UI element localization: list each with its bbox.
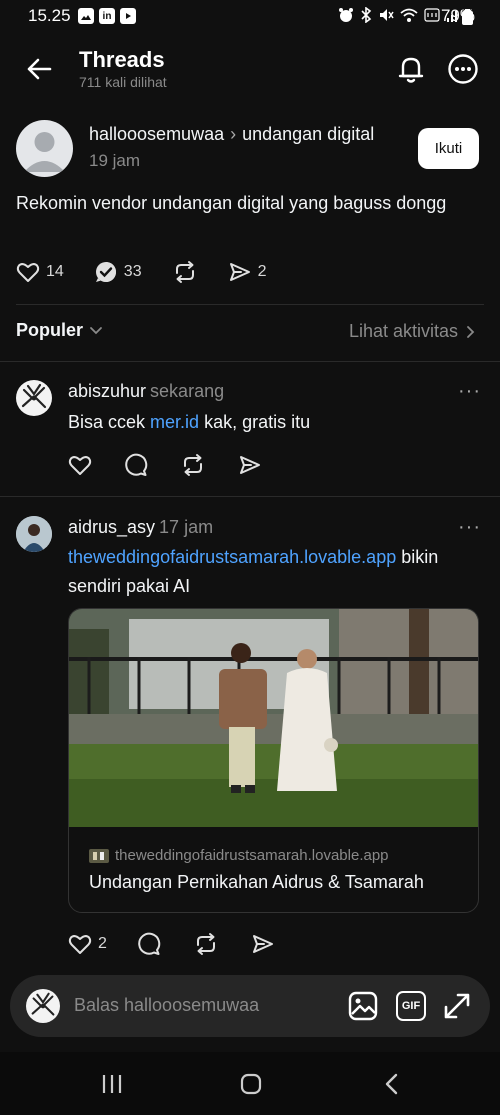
send-icon <box>252 935 273 953</box>
post-username[interactable]: hallooosemuwaa <box>89 124 224 145</box>
link-preview-domain-text: theweddingofaidrustsamarah.lovable.app <box>115 847 389 864</box>
reply-bubble-icon <box>95 262 116 282</box>
status-time: 15.25 <box>28 6 71 25</box>
link-preview-domain: theweddingofaidrustsamarah.lovable.app <box>89 847 389 864</box>
system-nav-bar <box>0 1052 500 1115</box>
reply-count: 33 <box>123 263 142 280</box>
like-button[interactable] <box>68 453 92 477</box>
reply-time: sekarang <box>150 381 225 401</box>
recent-apps-icon[interactable] <box>101 1074 123 1094</box>
chevron-right-icon: › <box>230 124 237 144</box>
wifi-icon <box>400 8 418 22</box>
reply-avatar[interactable] <box>16 516 52 552</box>
chevron-right-icon <box>467 325 475 338</box>
chevron-down-icon <box>90 326 102 334</box>
share-count: 2 <box>257 263 267 280</box>
volte-icon <box>424 8 440 22</box>
view-count: 711 kali dilihat <box>79 74 167 90</box>
activity-label: Lihat aktivitas <box>348 321 458 341</box>
send-icon <box>229 263 250 281</box>
reply-username[interactable]: abiszuhur <box>68 381 146 401</box>
like-count: 14 <box>46 263 64 280</box>
reply-avatar[interactable] <box>16 380 52 416</box>
repost-icon <box>196 933 215 955</box>
repost-icon <box>175 261 194 283</box>
reply-header: abiszuhur sekarang <box>68 381 224 402</box>
reply-button[interactable] <box>137 932 161 956</box>
repost-button[interactable] <box>193 932 219 956</box>
status-bar: 15.25 in 79% <box>0 0 500 34</box>
reply-more-icon[interactable]: ··· <box>458 516 481 539</box>
alarm-icon <box>339 8 353 22</box>
share-button[interactable]: 2 <box>228 260 267 284</box>
gif-button[interactable]: GIF <box>396 991 426 1021</box>
like-button[interactable]: 2 <box>68 932 107 956</box>
my-avatar <box>26 989 60 1023</box>
reply-actions <box>68 453 292 477</box>
reply-username[interactable]: aidrus_asy <box>68 517 155 537</box>
repost-button[interactable] <box>180 453 206 477</box>
link-preview-card[interactable]: theweddingofaidrustsamarah.lovable.app U… <box>68 608 479 913</box>
like-count: 2 <box>98 935 107 952</box>
reply-text-part: kak, gratis itu <box>199 412 311 432</box>
reply-more-icon[interactable]: ··· <box>458 380 481 403</box>
youtube-icon <box>120 8 136 24</box>
reply-text-part: Bisa ccek <box>68 412 151 432</box>
heart-icon <box>68 456 92 475</box>
divider <box>0 361 500 362</box>
follow-button[interactable]: Ikuti <box>418 128 479 169</box>
site-favicon-icon <box>89 848 109 863</box>
post-text: Rekomin vendor undangan digital yang bag… <box>16 193 447 213</box>
battery-icon <box>462 9 473 25</box>
reply-header: aidrus_asy 17 jam <box>68 517 213 538</box>
mute-icon <box>380 9 394 21</box>
repost-button[interactable] <box>172 260 198 284</box>
share-button[interactable] <box>251 932 275 956</box>
bell-icon[interactable] <box>395 53 427 85</box>
share-button[interactable] <box>238 453 262 477</box>
sort-label: Populer <box>16 320 84 340</box>
heart-icon <box>68 935 92 954</box>
link-preview-title: Undangan Pernikahan Aidrus & Tsamarah <box>89 872 424 892</box>
avatar[interactable] <box>16 120 73 177</box>
bluetooth-icon <box>361 7 372 23</box>
divider <box>0 496 500 497</box>
gallery-icon <box>78 8 94 24</box>
reply-input[interactable]: Balas hallooosemuwaa <box>74 995 259 1016</box>
link-preview-image <box>69 609 478 827</box>
send-icon <box>240 456 260 474</box>
heart-icon <box>16 263 40 282</box>
reply-text: theweddingofaidrustsamarah.lovable.app b… <box>68 543 488 601</box>
expand-icon[interactable] <box>442 991 472 1021</box>
post-time: 19 jam <box>89 151 141 170</box>
image-icon[interactable] <box>348 991 378 1021</box>
reply-actions: 2 <box>68 932 305 956</box>
reply-button[interactable]: 33 <box>94 260 142 284</box>
comment-icon <box>125 453 148 476</box>
comment-icon <box>138 932 161 955</box>
reply-time: 17 jam <box>159 517 214 537</box>
reply-composer[interactable]: Balas hallooosemuwaa GIF <box>10 975 490 1037</box>
linkedin-icon: in <box>99 8 115 24</box>
post-topic[interactable]: undangan digital <box>242 124 374 145</box>
view-activity-link[interactable]: Lihat aktivitas <box>349 321 476 342</box>
gif-label: GIF <box>401 1000 421 1012</box>
page-title: Threads <box>79 47 165 72</box>
like-button[interactable]: 14 <box>16 260 64 284</box>
post-actions: 14 33 2 <box>16 260 297 284</box>
sort-dropdown[interactable]: Populer <box>16 320 103 341</box>
post-author[interactable]: hallooosemuwaa › undangan digital <box>89 124 374 145</box>
back-arrow-icon[interactable] <box>24 54 54 84</box>
back-nav-icon[interactable] <box>384 1073 400 1095</box>
reply-button[interactable] <box>124 453 148 477</box>
home-icon[interactable] <box>240 1073 262 1095</box>
divider <box>16 304 484 305</box>
reply-link[interactable]: theweddingofaidrustsamarah.lovable.app <box>68 547 396 567</box>
more-options-icon[interactable] <box>447 53 479 85</box>
reply-link[interactable]: mer.id <box>150 412 199 432</box>
repost-icon <box>184 454 202 476</box>
reply-text: Bisa ccek mer.id kak, gratis itu <box>68 408 310 437</box>
